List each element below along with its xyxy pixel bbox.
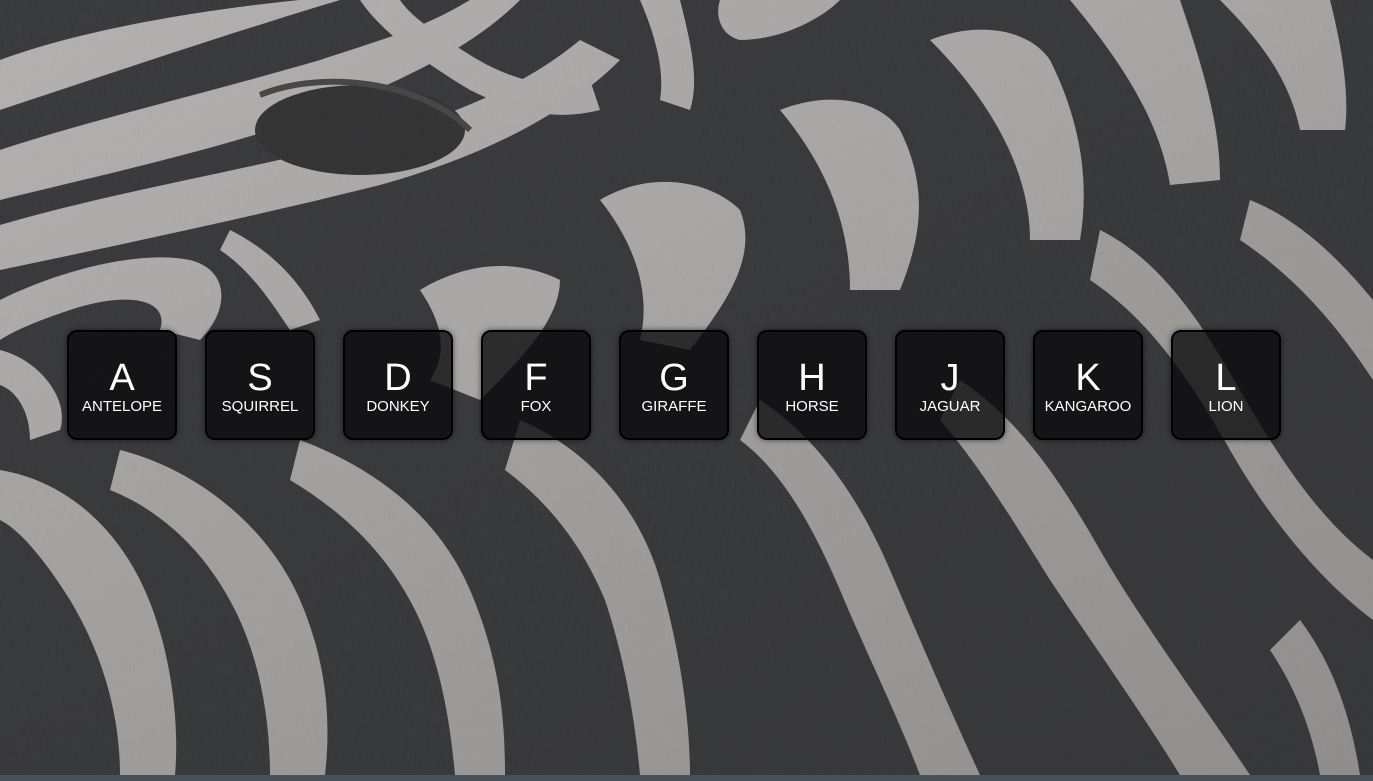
key-letter: D [384, 357, 412, 399]
key-letter: H [798, 357, 826, 399]
key-letter: J [940, 357, 960, 399]
key-letter: G [659, 357, 689, 399]
key-letter: L [1215, 357, 1237, 399]
key-jaguar[interactable]: J JAGUAR [895, 330, 1005, 440]
key-giraffe[interactable]: G GIRAFFE [619, 330, 729, 440]
key-label: DONKEY [366, 398, 430, 415]
key-label: FOX [520, 398, 552, 415]
key-fox[interactable]: F FOX [481, 330, 591, 440]
key-squirrel[interactable]: S SQUIRREL [205, 330, 315, 440]
key-label: KANGAROO [1044, 398, 1132, 415]
key-letter: K [1075, 357, 1101, 399]
key-donkey[interactable]: D DONKEY [343, 330, 453, 440]
key-label: GIRAFFE [641, 398, 707, 415]
key-label: JAGUAR [919, 398, 981, 415]
key-horse[interactable]: H HORSE [757, 330, 867, 440]
key-letter: A [109, 357, 135, 399]
animal-key-row: A ANTELOPE S SQUIRREL D DONKEY F FOX G G… [67, 330, 1281, 440]
key-lion[interactable]: L LION [1171, 330, 1281, 440]
key-label: ANTELOPE [81, 398, 163, 415]
key-kangaroo[interactable]: K KANGAROO [1033, 330, 1143, 440]
bottom-strip [0, 775, 1373, 781]
key-letter: F [524, 357, 548, 399]
key-label: LION [1208, 398, 1244, 415]
key-antelope[interactable]: A ANTELOPE [67, 330, 177, 440]
key-label: HORSE [785, 398, 839, 415]
key-letter: S [247, 357, 273, 399]
key-label: SQUIRREL [221, 398, 299, 415]
page: A ANTELOPE S SQUIRREL D DONKEY F FOX G G… [0, 0, 1373, 775]
